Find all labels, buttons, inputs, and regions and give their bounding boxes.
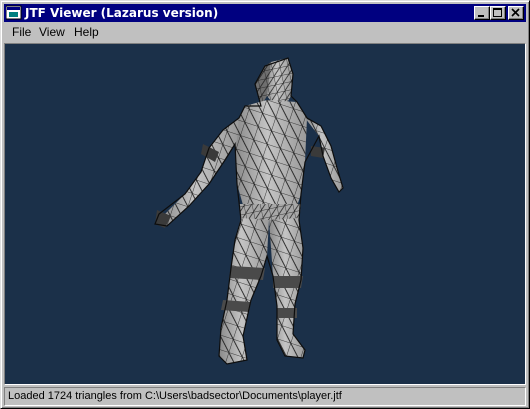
app-window: JTF Viewer (Lazarus version) File View H… [0, 0, 530, 409]
model-figure [154, 57, 344, 365]
close-button[interactable] [508, 6, 524, 20]
close-icon [511, 8, 520, 17]
menu-file[interactable]: File [8, 25, 35, 39]
title-bar[interactable]: JTF Viewer (Lazarus version) [4, 4, 526, 22]
minimize-button[interactable] [474, 6, 490, 20]
window-title: JTF Viewer (Lazarus version) [25, 6, 219, 20]
menu-help[interactable]: Help [70, 25, 103, 39]
menu-view[interactable]: View [35, 25, 69, 39]
maximize-button[interactable] [490, 6, 506, 20]
status-bar: Loaded 1724 triangles from C:\Users\bads… [4, 387, 526, 406]
app-icon[interactable] [5, 5, 22, 21]
3d-viewport[interactable] [4, 43, 526, 385]
status-text: Loaded 1724 triangles from C:\Users\bads… [8, 390, 342, 402]
minimize-icon [478, 15, 484, 17]
wireframe-model [154, 57, 344, 365]
menu-bar: File View Help [4, 22, 526, 42]
maximize-icon [493, 8, 502, 17]
